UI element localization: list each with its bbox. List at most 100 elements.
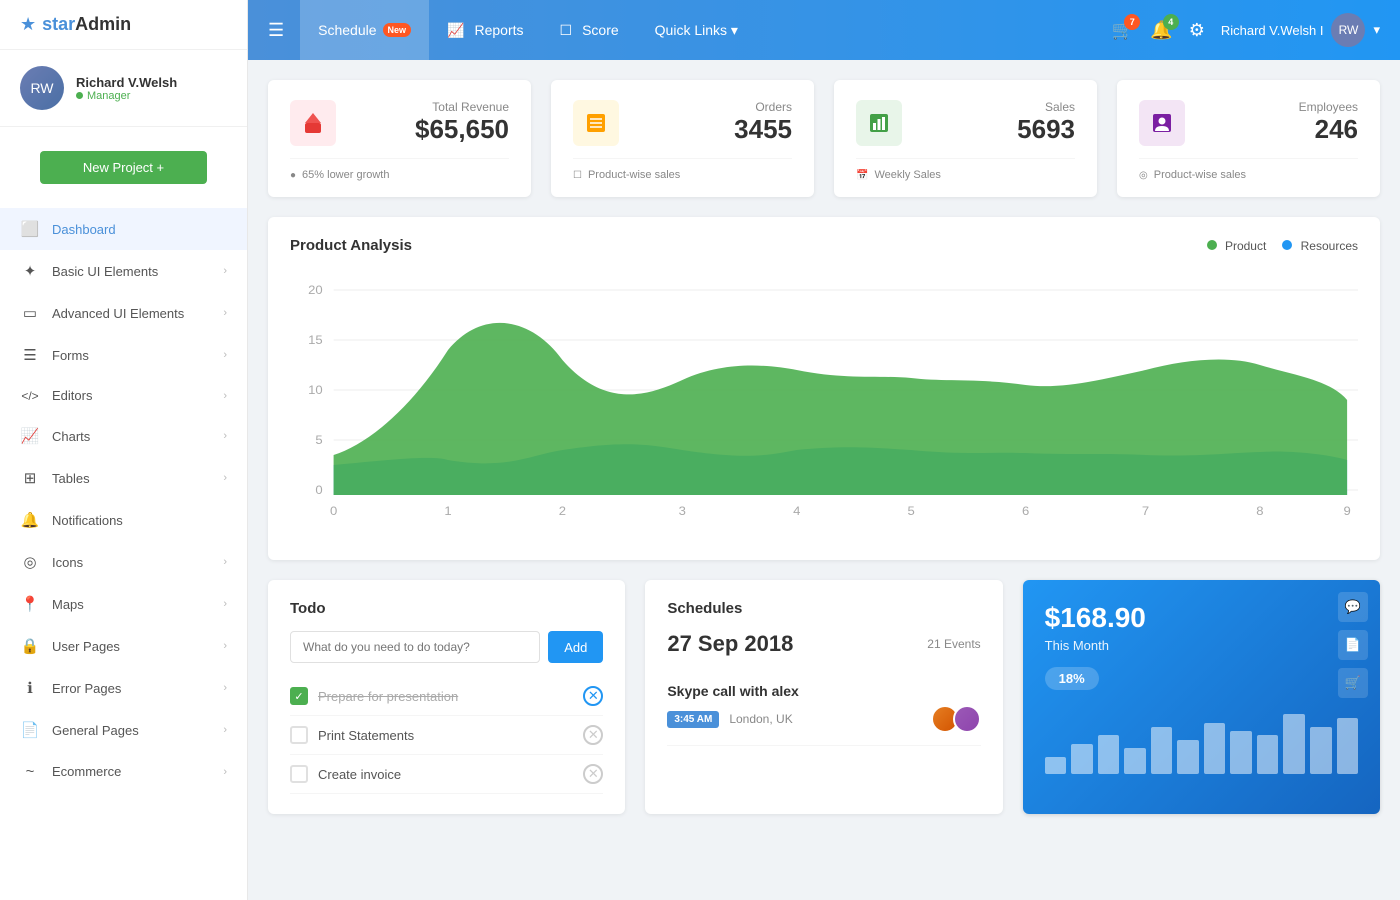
sidebar-item-maps[interactable]: 📍 Maps › [0,583,247,625]
schedule-time-badge: 3:45 AM [667,711,719,728]
cart-button[interactable]: 🛒 7 [1112,20,1134,41]
star-icon: ★ [20,14,36,35]
employees-footer-icon: ◎ [1139,170,1148,181]
topbar-nav-quick-links[interactable]: Quick Links ▾ [637,0,756,60]
chevron-right-icon: › [223,430,227,442]
todo-text-2: Print Statements [318,728,573,743]
revenue-widget-percent: 18% [1045,667,1099,690]
svg-text:6: 6 [1022,504,1029,517]
icons-icon: ◎ [20,553,40,571]
svg-text:20: 20 [308,283,323,296]
sidebar-item-forms[interactable]: ☰ Forms › [0,334,247,376]
settings-button[interactable]: ⚙ [1189,20,1205,41]
cart-icon-btn[interactable]: 🛒 [1338,668,1368,698]
sidebar: ★ starAdmin RW Richard V.Welsh Manager N… [0,0,248,900]
svg-text:3: 3 [679,504,686,517]
new-project-button[interactable]: New Project + [40,151,207,184]
sidebar-item-label: Notifications [52,513,227,528]
todo-item: ✓ Prepare for presentation ✕ [290,677,603,716]
topbar-nav-score[interactable]: ☐ Score [542,0,637,60]
employees-label: Employees [1299,100,1358,114]
sidebar-item-tables[interactable]: ⊞ Tables › [0,457,247,499]
todo-checkbox-2[interactable] [290,726,308,744]
sidebar-item-ecommerce[interactable]: ~ Ecommerce › [0,751,247,792]
advanced-ui-icon: ▭ [20,304,40,322]
avatar: RW [20,66,64,110]
sidebar-item-label: Advanced UI Elements [52,306,223,321]
schedules-title: Schedules [667,600,980,617]
orders-icon [573,100,619,146]
maps-icon: 📍 [20,595,40,613]
resources-legend-dot [1282,240,1292,250]
chart-legend: Product Resources [1207,239,1358,253]
sidebar-item-label: Maps [52,597,223,612]
svg-text:5: 5 [908,504,915,517]
todo-delete-1[interactable]: ✕ [583,686,603,706]
sidebar-item-charts[interactable]: 📈 Charts › [0,415,247,457]
brand-admin-text: Admin [75,14,131,34]
revenue-widget-label: This Month [1045,638,1358,653]
revenue-bar [1177,740,1199,774]
sidebar-navigation: ⬜ Dashboard ✦ Basic UI Elements › ▭ Adva… [0,208,247,792]
revenue-bar [1283,714,1305,774]
sidebar-item-notifications[interactable]: 🔔 Notifications [0,499,247,541]
revenue-footer-text: 65% lower growth [302,169,389,181]
revenue-bar [1124,748,1146,774]
profile-role: Manager [76,90,177,102]
todo-input[interactable] [290,631,540,663]
revenue-bar [1045,757,1067,774]
sales-label: Sales [1017,100,1075,114]
revenue-widget-amount: $168.90 [1045,602,1358,634]
stat-card-orders: Orders 3455 ☐ Product-wise sales [551,80,814,197]
topbar-avatar: RW [1331,13,1365,47]
revenue-bar [1151,727,1173,774]
reports-icon: 📈 [447,22,464,39]
sidebar-item-advanced-ui[interactable]: ▭ Advanced UI Elements › [0,292,247,334]
employees-icon [1139,100,1185,146]
todo-delete-2[interactable]: ✕ [583,725,603,745]
revenue-value: $65,650 [415,114,509,145]
todo-text-3: Create invoice [318,767,573,782]
sidebar-item-label: Tables [52,471,223,486]
sidebar-item-label: Forms [52,348,223,363]
revenue-bar [1310,727,1332,774]
sidebar-item-dashboard[interactable]: ⬜ Dashboard [0,208,247,250]
editors-icon: </> [20,389,40,403]
todo-delete-3[interactable]: ✕ [583,764,603,784]
revenue-bar [1337,718,1359,774]
sidebar-item-label: Icons [52,555,223,570]
topbar-nav-reports[interactable]: 📈 Reports [429,0,541,60]
topbar-actions: 🛒 7 🔔 4 ⚙ Richard V.Welsh I RW ▾ [1112,13,1380,47]
sidebar-item-label: Editors [52,388,223,403]
chat-icon-btn[interactable]: 💬 [1338,592,1368,622]
sidebar-item-error-pages[interactable]: ℹ Error Pages › [0,667,247,709]
todo-checkbox-3[interactable] [290,765,308,783]
dashboard-icon: ⬜ [20,220,40,238]
sales-footer-text: Weekly Sales [874,169,940,181]
notifications-icon: 🔔 [20,511,40,529]
schedule-item: Skype call with alex 3:45 AM London, UK [667,671,980,746]
sidebar-item-editors[interactable]: </> Editors › [0,376,247,415]
menu-toggle-icon[interactable]: ☰ [268,20,284,41]
schedule-avatar-2 [953,705,981,733]
chevron-right-icon: › [223,472,227,484]
todo-checkbox-1[interactable]: ✓ [290,687,308,705]
chart-title: Product Analysis [290,237,412,254]
general-pages-icon: 📄 [20,721,40,739]
sidebar-item-user-pages[interactable]: 🔒 User Pages › [0,625,247,667]
svg-text:5: 5 [315,433,322,446]
bottom-row: Todo Add ✓ Prepare for presentation ✕ Pr… [268,580,1380,814]
topbar-nav-schedule[interactable]: Schedule New [300,0,429,60]
profile-name: Richard V.Welsh [76,75,177,90]
user-menu[interactable]: Richard V.Welsh I RW ▾ [1221,13,1380,47]
notifications-button[interactable]: 🔔 4 [1150,20,1172,41]
sidebar-item-label: General Pages [52,723,223,738]
charts-icon: 📈 [20,427,40,445]
employees-footer-text: Product-wise sales [1154,169,1246,181]
basic-ui-icon: ✦ [20,262,40,280]
sidebar-item-icons[interactable]: ◎ Icons › [0,541,247,583]
todo-add-button[interactable]: Add [548,631,603,663]
sidebar-item-general-pages[interactable]: 📄 General Pages › [0,709,247,751]
sidebar-item-basic-ui[interactable]: ✦ Basic UI Elements › [0,250,247,292]
brand-star-text: star [42,14,75,34]
